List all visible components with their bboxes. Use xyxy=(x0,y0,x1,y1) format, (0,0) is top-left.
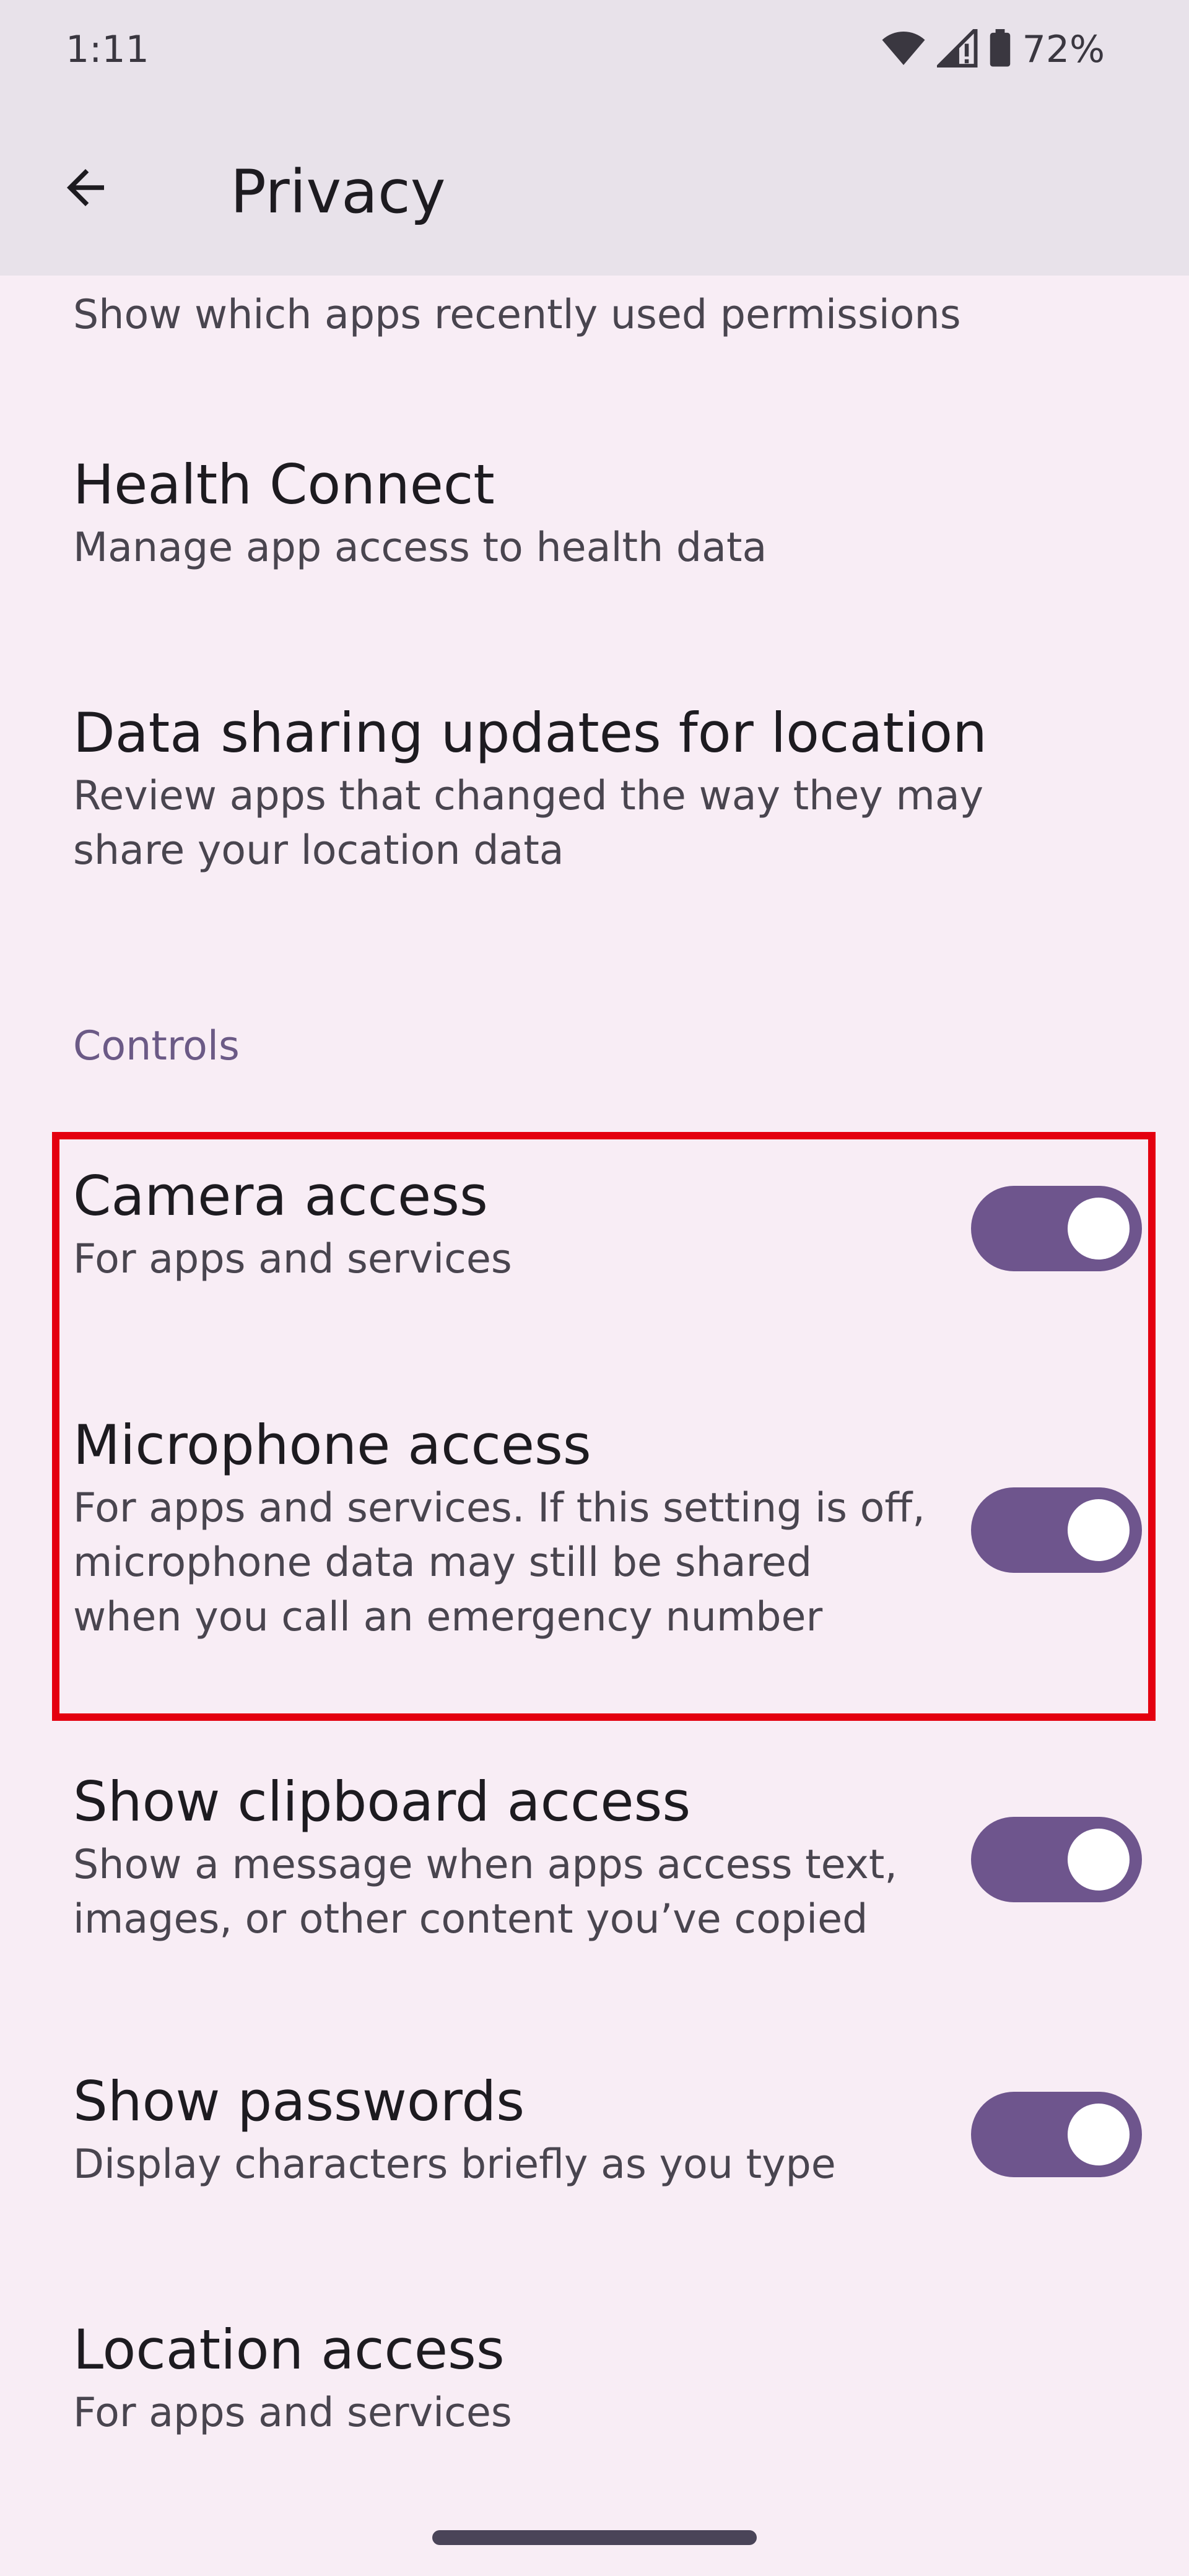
location-access-title: Location access xyxy=(73,2318,505,2382)
back-button[interactable] xyxy=(48,152,123,226)
health-connect-subtitle: Manage app access to health data xyxy=(73,524,767,571)
location-access-item[interactable]: Location access For apps and services xyxy=(73,2314,1126,2440)
health-connect-item[interactable]: Health Connect Manage app access to heal… xyxy=(73,449,1126,575)
page-title: Privacy xyxy=(230,157,446,227)
arrow-back-icon xyxy=(58,160,113,218)
status-icons: 72% xyxy=(881,24,1105,74)
battery-percent: 72% xyxy=(1022,28,1105,71)
health-connect-title: Health Connect xyxy=(73,453,495,516)
toggle-knob xyxy=(1068,2104,1130,2165)
clipboard-access-subtitle: Show a message when apps access text, im… xyxy=(73,1842,898,1943)
show-passwords-toggle[interactable] xyxy=(971,2092,1142,2177)
data-sharing-subtitle: Review apps that changed the way they ma… xyxy=(73,773,984,874)
show-passwords-subtitle: Display characters briefly as you type xyxy=(73,2141,836,2188)
show-passwords-title: Show passwords xyxy=(73,2069,525,2133)
highlight-box xyxy=(52,1132,1156,1721)
controls-section-header: Controls xyxy=(73,1023,240,1069)
show-passwords-item[interactable]: Show passwords Display characters briefl… xyxy=(73,2066,1126,2192)
data-sharing-updates-item[interactable]: Data sharing updates for location Review… xyxy=(73,697,1126,878)
clipboard-access-title: Show clipboard access xyxy=(73,1770,691,1834)
cell-signal-icon xyxy=(934,24,978,70)
location-access-subtitle: For apps and services xyxy=(73,2390,512,2436)
gesture-nav-handle[interactable] xyxy=(432,2530,757,2545)
recent-permissions-subtitle[interactable]: Show which apps recently used permission… xyxy=(73,287,961,343)
clipboard-access-toggle[interactable] xyxy=(971,1817,1142,1902)
toggle-knob xyxy=(1068,1829,1130,1891)
data-sharing-title: Data sharing updates for location xyxy=(73,701,987,765)
clipboard-access-item[interactable]: Show clipboard access Show a message whe… xyxy=(73,1766,1126,1947)
battery-icon xyxy=(989,29,1011,70)
app-bar: 1:11 72% Privacy xyxy=(0,0,1189,276)
wifi-icon xyxy=(881,30,926,69)
status-time: 1:11 xyxy=(66,28,149,71)
